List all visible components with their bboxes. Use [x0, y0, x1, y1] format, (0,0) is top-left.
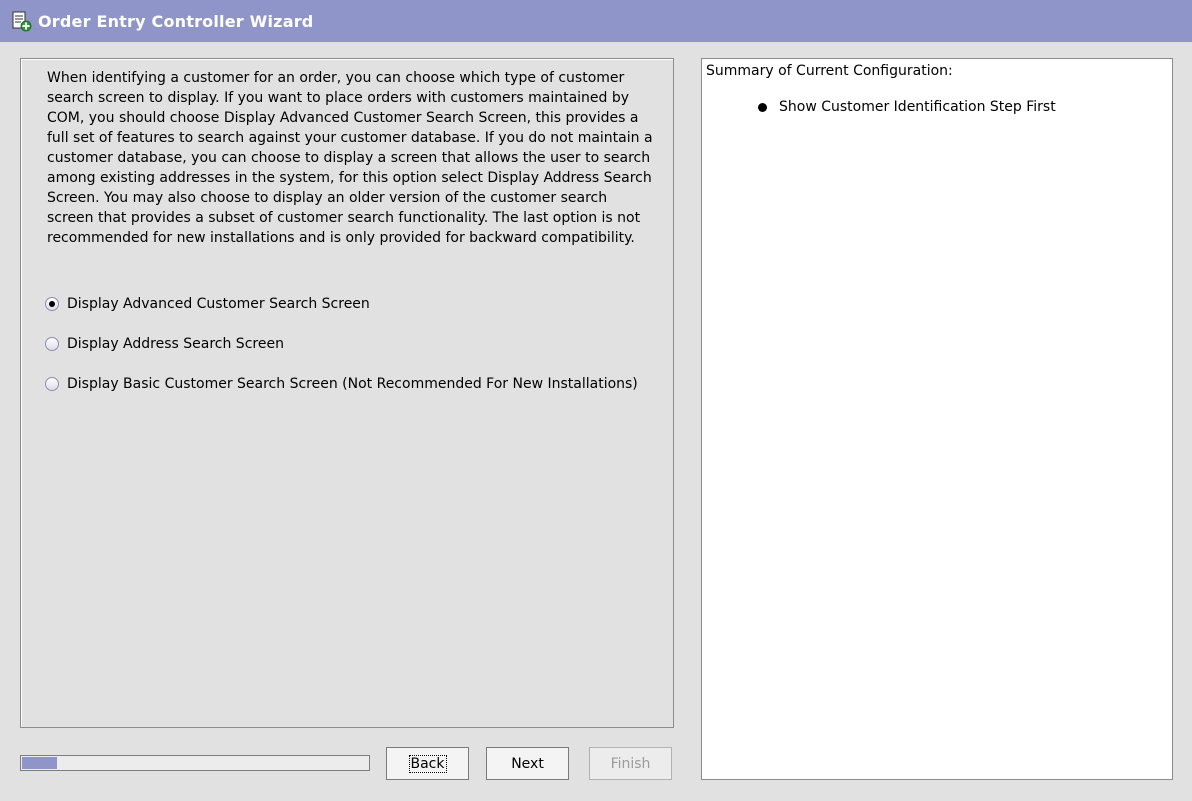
progress-fill: [22, 757, 57, 769]
summary-list: Show Customer Identification Step First: [758, 99, 1056, 115]
summary-panel: Summary of Current Configuration: Show C…: [701, 58, 1173, 780]
finish-button[interactable]: Finish: [589, 747, 672, 780]
bullet-icon: [758, 102, 767, 112]
next-button[interactable]: Next: [486, 747, 569, 780]
back-button[interactable]: Back: [386, 747, 469, 780]
summary-item-label: Show Customer Identification Step First: [779, 99, 1056, 115]
window-title: Order Entry Controller Wizard: [38, 11, 314, 31]
option-label: Display Basic Customer Search Screen (No…: [67, 376, 638, 392]
option-basic-customer-search[interactable]: Display Basic Customer Search Screen (No…: [45, 376, 638, 392]
wizard-progress-bar: [20, 755, 370, 771]
option-label: Display Advanced Customer Search Screen: [67, 296, 370, 312]
title-bar: Order Entry Controller Wizard: [0, 0, 1192, 42]
radio-button[interactable]: [45, 337, 59, 351]
option-advanced-customer-search[interactable]: Display Advanced Customer Search Screen: [45, 296, 370, 312]
summary-item: Show Customer Identification Step First: [758, 99, 1056, 115]
option-label: Display Address Search Screen: [67, 336, 284, 352]
radio-button[interactable]: [45, 377, 59, 391]
option-address-search[interactable]: Display Address Search Screen: [45, 336, 284, 352]
options-panel: When identifying a customer for an order…: [20, 58, 674, 728]
summary-heading: Summary of Current Configuration:: [706, 63, 953, 79]
document-plus-icon: [12, 11, 32, 32]
radio-button[interactable]: [45, 297, 59, 311]
description-text: When identifying a customer for an order…: [47, 70, 653, 246]
